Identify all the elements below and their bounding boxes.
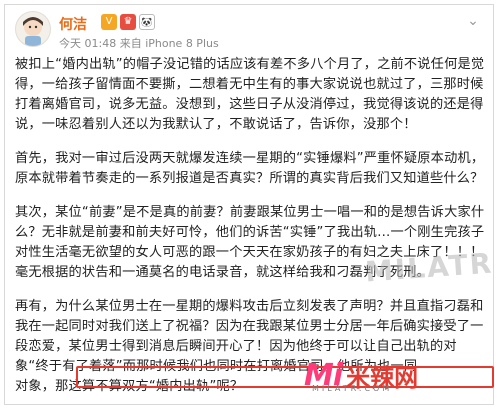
- post-paragraph: 首先，我对一审过后没两天就爆发连续一星期的“实锤爆料”严重怀疑原本动机，原本就带…: [15, 151, 485, 186]
- verified-badge-icon: V: [101, 14, 117, 30]
- post-header: 何洁 V ♛ 🐼 今天 01:48 来自 iPhone 8 Plus ⌄: [5, 5, 493, 55]
- chevron-down-icon[interactable]: ⌄: [465, 13, 481, 29]
- logo-subtitle: MILATR.COM: [312, 384, 393, 393]
- highlight-box: [76, 366, 494, 388]
- vip-crown-icon: ♛: [120, 14, 136, 30]
- post-meta: 今天 01:48 来自 iPhone 8 Plus: [59, 37, 219, 50]
- avatar-cartoon-icon: [23, 17, 43, 46]
- weibo-post-card: 何洁 V ♛ 🐼 今天 01:48 来自 iPhone 8 Plus ⌄ 被扣上…: [4, 4, 494, 405]
- user-name[interactable]: 何洁: [59, 14, 87, 34]
- user-badges: V ♛ 🐼: [101, 14, 155, 30]
- panda-badge-icon: 🐼: [139, 14, 155, 30]
- site-logo: Mi 米辣网 MILATR.COM: [304, 356, 418, 394]
- post-paragraph: 被扣上“婚内出轨”的帽子没记错的话应该有差不多八个月了，之前不说任何是觉得，一给…: [15, 57, 485, 132]
- user-avatar[interactable]: [15, 11, 51, 47]
- post-body: 被扣上“婚内出轨”的帽子没记错的话应该有差不多八个月了，之前不说任何是觉得，一给…: [15, 55, 485, 404]
